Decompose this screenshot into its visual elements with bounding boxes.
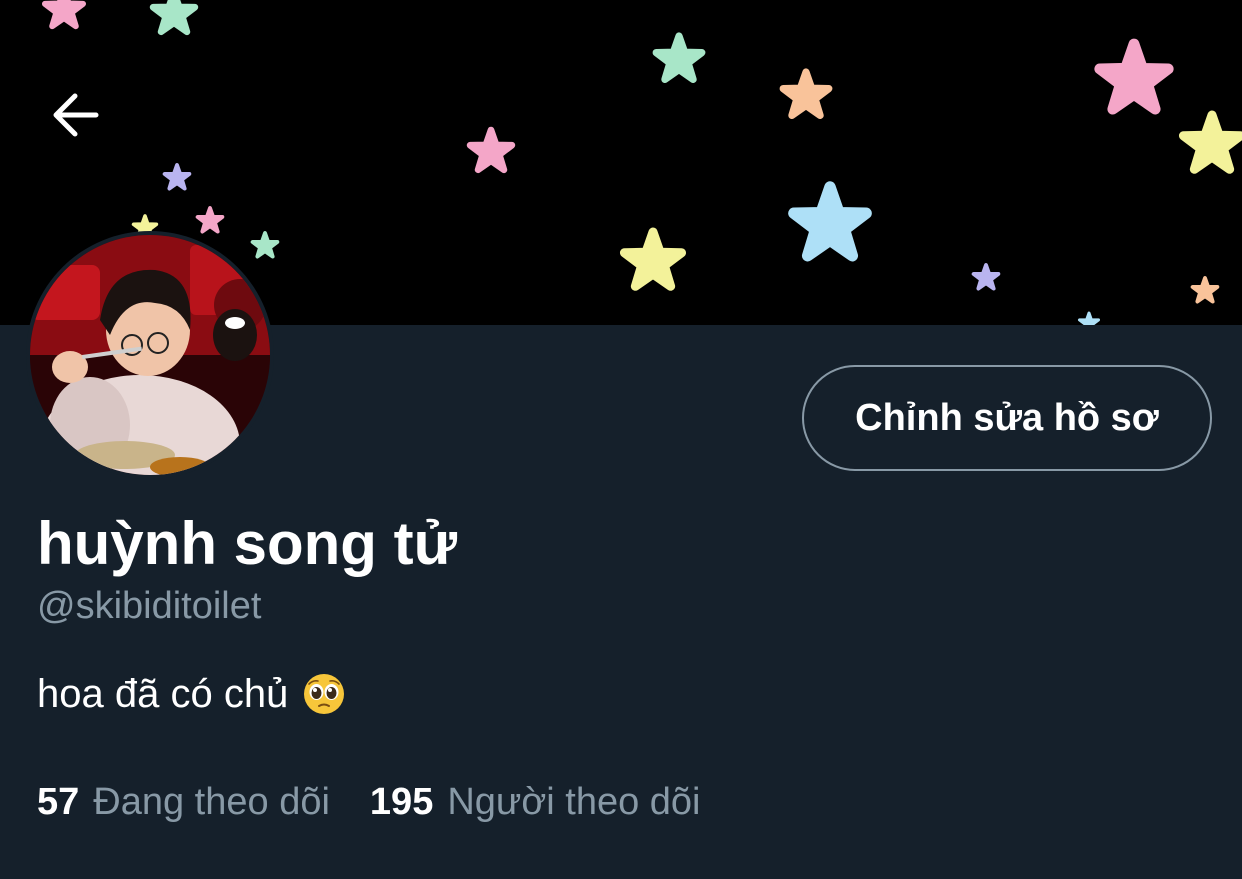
star-icon xyxy=(1193,278,1218,302)
star-icon xyxy=(1183,115,1240,169)
arrow-left-icon xyxy=(53,93,99,137)
bio-text: hoa đã có chủ xyxy=(37,672,289,716)
profile-page: Chỉnh sửa hồ sơ huỳnh song tử @skibidito… xyxy=(0,0,1242,879)
followers-label: Người theo dõi xyxy=(447,780,701,823)
star-icon xyxy=(1079,313,1098,325)
star-icon xyxy=(783,72,829,115)
star-icon xyxy=(198,208,223,232)
star-icon xyxy=(794,187,866,256)
following-stat[interactable]: 57 Đang theo dõi xyxy=(37,781,330,824)
star-icon xyxy=(1100,44,1168,109)
star-icon xyxy=(153,0,195,32)
star-icon xyxy=(470,130,512,170)
display-name: huỳnh song tử xyxy=(37,510,458,577)
star-icon xyxy=(624,232,681,286)
followers-count: 195 xyxy=(369,780,434,823)
avatar-photo xyxy=(30,235,270,475)
star-icon xyxy=(974,265,999,289)
profile-stats: 57 Đang theo dõi 195 Người theo dõi xyxy=(37,778,701,826)
pleading-face-emoji-icon xyxy=(302,672,346,716)
star-icon xyxy=(165,165,190,189)
user-handle: @skibiditoilet xyxy=(37,585,262,627)
following-label: Đang theo dõi xyxy=(93,780,330,823)
star-icon xyxy=(45,0,83,26)
profile-avatar[interactable] xyxy=(26,231,274,479)
star-icon xyxy=(253,233,278,257)
star-icon xyxy=(656,36,702,79)
back-button[interactable] xyxy=(48,88,120,160)
followers-stat[interactable]: 195 Người theo dõi xyxy=(370,781,701,824)
following-count: 57 xyxy=(37,780,80,823)
edit-profile-button[interactable]: Chỉnh sửa hồ sơ xyxy=(802,365,1212,471)
profile-bio: hoa đã có chủ xyxy=(37,670,346,718)
